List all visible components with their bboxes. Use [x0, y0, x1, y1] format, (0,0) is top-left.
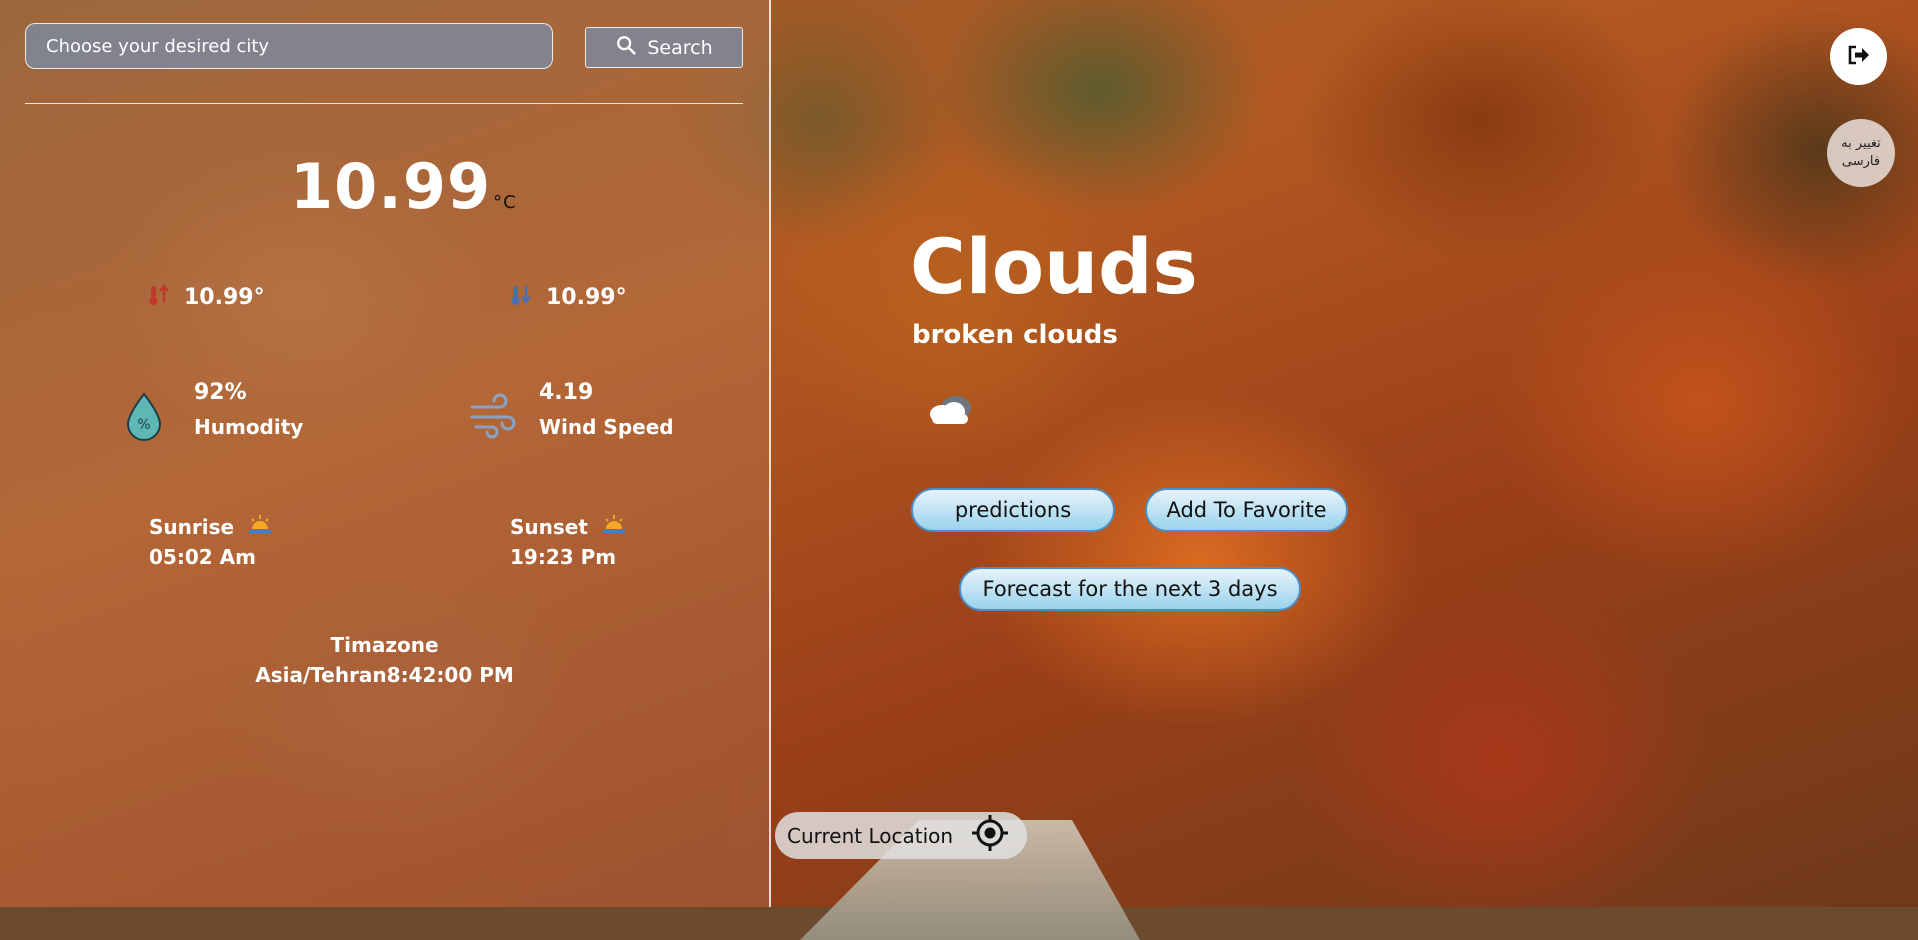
timezone: Timazone Asia/Tehran8:42:00 PM: [0, 630, 769, 690]
current-location-label: Current Location: [787, 823, 954, 848]
max-temperature-value: 10.99°: [184, 284, 265, 310]
weather-condition-description: broken clouds: [912, 320, 1118, 350]
humidity-label: Humodity: [194, 415, 304, 439]
search-icon: [615, 34, 637, 61]
humidity-value: 92%: [194, 380, 247, 405]
sunset: Sunset 19:23 Pm: [510, 512, 626, 572]
timezone-value: Asia/Tehran8:42:00 PM: [255, 663, 514, 687]
weather-details-panel: Search 10.99°C 10.99° 10.99° % 92% Humod…: [0, 0, 771, 907]
wind-speed: 4.19 Wind Speed: [539, 380, 674, 439]
logout-icon: [1847, 44, 1871, 70]
sunrise-label: Sunrise: [149, 515, 235, 539]
min-temperature-value: 10.99°: [546, 284, 627, 310]
temperature-unit: °C: [493, 192, 517, 213]
sunset-time: 19:23 Pm: [510, 545, 617, 569]
divider: [25, 103, 743, 104]
current-temperature: 10.99 °C: [290, 150, 517, 223]
sunset-icon: [602, 512, 626, 542]
timezone-label: Timazone: [330, 633, 439, 657]
sunrise-time: 05:02 Am: [149, 545, 256, 569]
sunrise-icon: [248, 512, 272, 542]
forecast-3-days-button[interactable]: Forecast for the next 3 days: [959, 567, 1301, 611]
thermometer-down-icon: [510, 282, 532, 312]
add-to-favorite-button[interactable]: Add To Favorite: [1145, 488, 1348, 532]
max-temperature: 10.99°: [148, 282, 265, 312]
cloud-icon: [920, 390, 980, 434]
thermometer-up-icon: [148, 282, 170, 312]
language-toggle-button[interactable]: تغییر به فارسی: [1827, 119, 1895, 187]
predictions-button[interactable]: predictions: [911, 488, 1115, 532]
weather-condition-main: Clouds: [910, 222, 1198, 311]
wind-speed-value: 4.19: [539, 380, 594, 405]
search-button-label: Search: [647, 36, 713, 59]
wind-speed-label: Wind Speed: [539, 415, 674, 439]
search-button[interactable]: Search: [585, 27, 743, 68]
min-temperature: 10.99°: [510, 282, 627, 312]
sunrise: Sunrise 05:02 Am: [149, 512, 272, 572]
humidity-icon: %: [125, 392, 163, 446]
logout-button[interactable]: [1830, 28, 1887, 85]
current-location-button[interactable]: Current Location: [775, 812, 1027, 859]
svg-text:%: %: [137, 417, 150, 433]
wind-icon: [470, 393, 518, 443]
sunset-label: Sunset: [510, 515, 588, 539]
crosshair-icon: [971, 814, 1009, 857]
city-search-input[interactable]: [25, 23, 553, 69]
humidity: 92% Humodity: [194, 380, 303, 439]
temperature-value: 10.99: [290, 150, 492, 223]
